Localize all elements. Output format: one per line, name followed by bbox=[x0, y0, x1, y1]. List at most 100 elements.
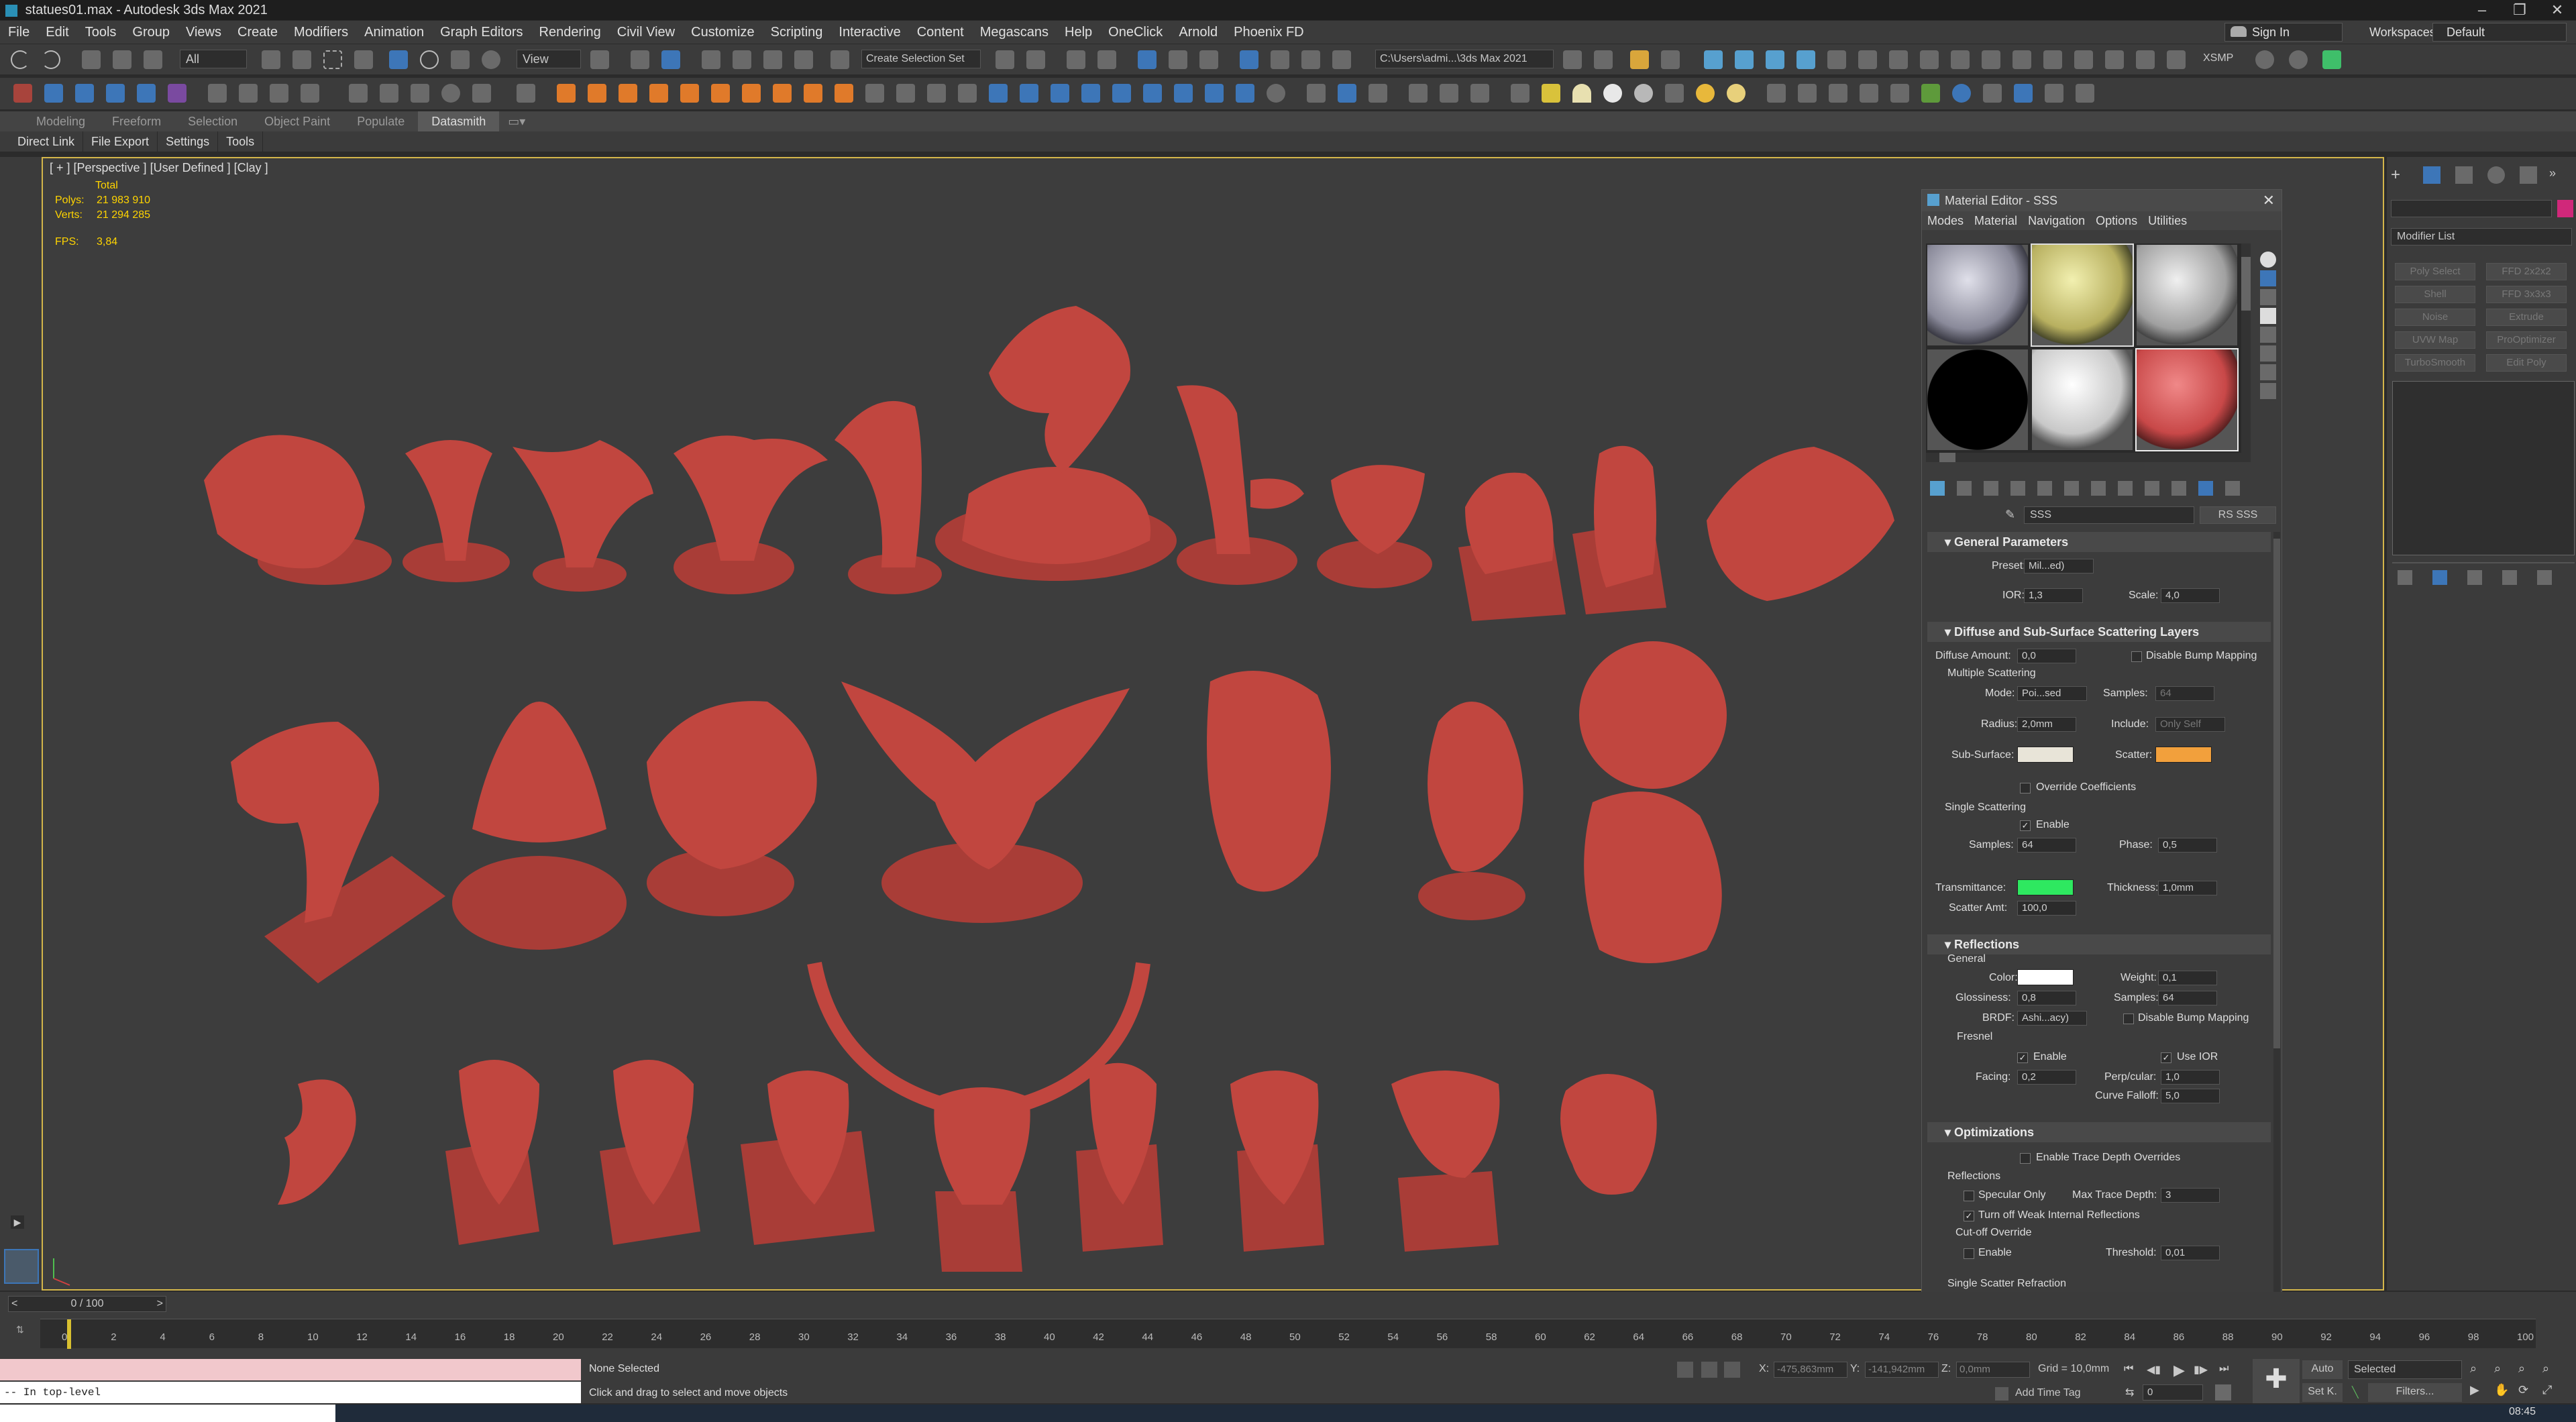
sample-slot-4[interactable] bbox=[1926, 348, 2029, 451]
slots-horizontal-scrollbar[interactable] bbox=[1926, 453, 2251, 462]
toggle-ribbon-icon[interactable] bbox=[1138, 50, 1157, 69]
edit-poly-button[interactable]: Edit Poly bbox=[2486, 354, 2567, 372]
selection-lock-icon[interactable] bbox=[1701, 1362, 1717, 1378]
unlink-icon[interactable] bbox=[113, 50, 131, 69]
orbit-icon[interactable]: ⟳ bbox=[2518, 1383, 2528, 1397]
project-path-dropdown[interactable]: C:\Users\admi...\3ds Max 2021 bbox=[1375, 50, 1554, 68]
redshift-portal-icon[interactable] bbox=[1951, 50, 1970, 69]
previous-frame-icon[interactable]: ◀▮ bbox=[2147, 1363, 2161, 1376]
curve-falloff-spinner[interactable]: 5,0 bbox=[2161, 1089, 2220, 1103]
modifier-list-dropdown[interactable]: Modifier List bbox=[2391, 228, 2572, 245]
phoenix-water-7-icon[interactable] bbox=[1174, 84, 1193, 103]
get-material-icon[interactable] bbox=[1930, 481, 1945, 496]
display-tab-icon[interactable] bbox=[2520, 166, 2537, 184]
render-view-icon[interactable] bbox=[1661, 50, 1680, 69]
redshift-proxy-icon[interactable] bbox=[1796, 50, 1815, 69]
put-to-scene-icon[interactable] bbox=[1957, 481, 1972, 496]
undo-icon[interactable] bbox=[11, 50, 30, 69]
settings-button[interactable]: Settings bbox=[158, 131, 219, 152]
configure-sets-icon[interactable] bbox=[2537, 570, 2552, 585]
reset-map-icon[interactable] bbox=[2010, 481, 2025, 496]
go-to-end-icon[interactable]: ⏭ bbox=[2219, 1363, 2229, 1375]
pivot-center-icon[interactable] bbox=[590, 50, 609, 69]
xsmp-refresh-icon[interactable] bbox=[2255, 50, 2274, 69]
menu-arnold[interactable]: Arnold bbox=[1171, 21, 1226, 44]
disable-bump-checkbox[interactable] bbox=[2131, 651, 2142, 662]
edit-named-selection-icon[interactable] bbox=[830, 50, 849, 69]
material-editor-close-icon[interactable]: ✕ bbox=[2263, 190, 2275, 211]
z-coord-field[interactable]: 0,0mm bbox=[1956, 1362, 2030, 1378]
reference-coordinate-dropdown[interactable]: View bbox=[517, 50, 581, 68]
menu-modifiers[interactable]: Modifiers bbox=[286, 21, 356, 44]
weak-internal-checkbox[interactable]: ✓ bbox=[1964, 1211, 1974, 1221]
menu-tools[interactable]: Tools bbox=[77, 21, 125, 44]
y-coord-field[interactable]: -141,942mm bbox=[1865, 1362, 1939, 1378]
phoenix-water-4-icon[interactable] bbox=[1081, 84, 1100, 103]
ior-spinner[interactable]: 1,3 bbox=[2024, 588, 2083, 603]
viewport-layout-icon[interactable] bbox=[4, 1249, 39, 1284]
ffd-2x2x2-button[interactable]: FFD 2x2x2 bbox=[2486, 263, 2567, 280]
field-of-view-icon[interactable]: ▶ bbox=[2470, 1383, 2479, 1397]
phoenix-tool-14-icon[interactable] bbox=[958, 84, 977, 103]
add-time-tag[interactable]: Add Time Tag bbox=[2015, 1387, 2081, 1399]
vray-plane-icon[interactable] bbox=[1798, 84, 1817, 103]
sample-slot-5[interactable] bbox=[2031, 348, 2134, 451]
shelf-tool-7-icon[interactable] bbox=[208, 84, 227, 103]
window-crossing-icon[interactable] bbox=[354, 50, 373, 69]
ribbon-options-icon[interactable]: ▭▾ bbox=[502, 111, 531, 131]
menu-views[interactable]: Views bbox=[178, 21, 229, 44]
close-icon[interactable]: ✕ bbox=[2538, 0, 2576, 20]
sample-uv-tiling-icon[interactable] bbox=[2260, 308, 2276, 324]
material-editor-titlebar[interactable]: Material Editor - SSS ✕ bbox=[1922, 190, 2282, 211]
refl-disable-bump-checkbox[interactable] bbox=[2123, 1014, 2134, 1024]
poly-select-button[interactable]: Poly Select bbox=[2395, 263, 2475, 280]
next-frame-icon[interactable]: ▮▶ bbox=[2194, 1363, 2208, 1376]
phoenix-fire-4-icon[interactable] bbox=[649, 84, 668, 103]
options-icon[interactable] bbox=[2260, 364, 2276, 380]
specular-only-checkbox[interactable] bbox=[1964, 1191, 1974, 1201]
remove-modifier-icon[interactable] bbox=[2502, 570, 2517, 585]
redshift-env-icon[interactable] bbox=[2012, 50, 2031, 69]
menu-help[interactable]: Help bbox=[1057, 21, 1100, 44]
menu-interactive[interactable]: Interactive bbox=[830, 21, 908, 44]
threshold-spinner[interactable]: 0,01 bbox=[2161, 1246, 2220, 1260]
align-icon[interactable] bbox=[1026, 50, 1045, 69]
shell-button[interactable]: Shell bbox=[2395, 286, 2475, 303]
phoenix-tool-11-icon[interactable] bbox=[865, 84, 884, 103]
select-and-move-icon[interactable] bbox=[389, 50, 408, 69]
time-slider[interactable]: < 0 / 100 > bbox=[8, 1296, 166, 1312]
transmittance-color-swatch[interactable] bbox=[2017, 879, 2074, 895]
xsmp-sync-icon[interactable] bbox=[2289, 50, 2308, 69]
diffuse-sss-rollout[interactable]: ▾ Diffuse and Sub-Surface Scattering Lay… bbox=[1927, 622, 2271, 642]
delete-cache-icon[interactable] bbox=[472, 84, 491, 103]
time-slider-next-icon[interactable]: > bbox=[157, 1297, 163, 1311]
expand-arrow-icon[interactable]: ▶ bbox=[11, 1215, 24, 1229]
redshift-light-icon[interactable] bbox=[1766, 50, 1784, 69]
perp-spinner[interactable]: 1,0 bbox=[2161, 1070, 2220, 1085]
material-type-button[interactable]: RS SSS bbox=[2200, 506, 2276, 524]
maximize-viewport-icon[interactable]: ⤢ bbox=[2542, 1383, 2552, 1397]
vray-clipper-icon[interactable] bbox=[1860, 84, 1878, 103]
vray-tool-6-icon[interactable] bbox=[1470, 84, 1489, 103]
shelf-tool-1-icon[interactable] bbox=[13, 84, 32, 103]
shelf-tool-6-icon[interactable] bbox=[168, 84, 186, 103]
shelf-tool-4-icon[interactable] bbox=[106, 84, 125, 103]
ribbon-tab-object-paint[interactable]: Object Paint bbox=[251, 111, 343, 131]
vray-tool-5-icon[interactable] bbox=[1440, 84, 1458, 103]
phoenix-fire-1-icon[interactable] bbox=[557, 84, 576, 103]
object-name-field[interactable] bbox=[2391, 200, 2552, 217]
material-map-navigator-icon[interactable] bbox=[2225, 481, 2240, 496]
zoom-all-icon[interactable]: ⌕ bbox=[2494, 1362, 2501, 1376]
sample-slot-1[interactable] bbox=[1926, 243, 2029, 347]
material-name-field[interactable]: SSS bbox=[2024, 506, 2194, 524]
material-editor-icon[interactable] bbox=[1240, 50, 1258, 69]
phoenix-water-9-icon[interactable] bbox=[1236, 84, 1254, 103]
optimizations-rollout[interactable]: ▾ Optimizations bbox=[1927, 1122, 2271, 1142]
reflections-rollout[interactable]: ▾ Reflections bbox=[1927, 934, 2271, 954]
menu-customize[interactable]: Customize bbox=[683, 21, 762, 44]
sample-slot-6-active[interactable] bbox=[2135, 348, 2239, 451]
sample-slot-3[interactable] bbox=[2135, 243, 2239, 347]
mirror-icon[interactable] bbox=[996, 50, 1014, 69]
menu-content[interactable]: Content bbox=[909, 21, 972, 44]
menu-animation[interactable]: Animation bbox=[356, 21, 432, 44]
